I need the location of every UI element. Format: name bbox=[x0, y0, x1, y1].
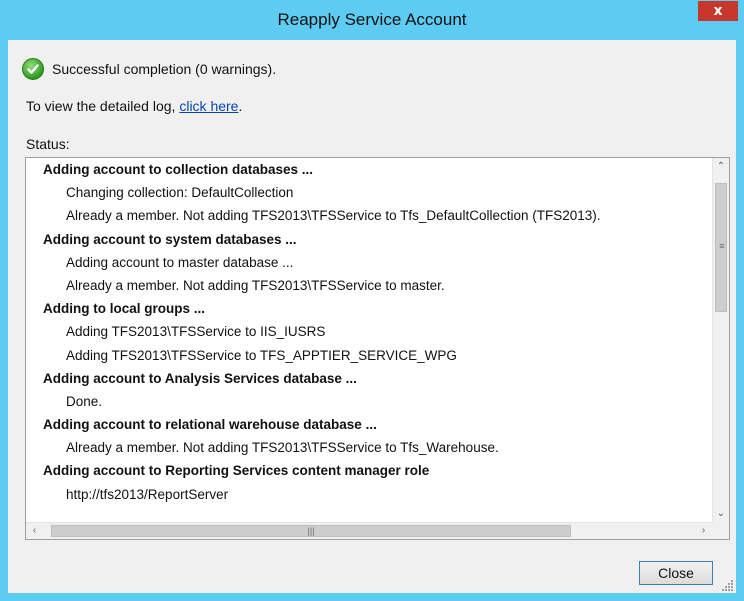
completion-message: Successful completion (0 warnings). bbox=[52, 61, 277, 77]
status-detail-line: Adding TFS2013\TFSService to TFS_APPTIER… bbox=[66, 347, 457, 363]
status-detail-line: Changing collection: DefaultCollection bbox=[66, 185, 294, 201]
log-suffix-text: . bbox=[238, 98, 243, 114]
window-close-button[interactable]: x bbox=[698, 1, 738, 21]
scroll-up-icon[interactable]: ⌃ bbox=[713, 158, 729, 175]
status-detail-line: Adding account to master database ... bbox=[66, 254, 294, 270]
horizontal-scroll-thumb[interactable]: ||| bbox=[51, 525, 571, 537]
window-title: Reapply Service Account bbox=[277, 10, 467, 29]
log-prefix-text: To view the detailed log, bbox=[26, 98, 180, 114]
status-detail-line: Already a member. Not adding TFS2013\TFS… bbox=[66, 440, 499, 456]
status-detail-line: http://tfs2013/ReportServer bbox=[66, 486, 229, 502]
dialog-window: Reapply Service Account x Successful com… bbox=[0, 0, 744, 601]
detailed-log-row: To view the detailed log, click here. bbox=[26, 98, 242, 114]
dialog-body: Successful completion (0 warnings). To v… bbox=[8, 40, 736, 593]
status-lines: Adding account to collection databases .… bbox=[26, 158, 712, 522]
grip-icon: ≡ bbox=[719, 241, 725, 251]
view-log-link[interactable]: click here bbox=[179, 98, 238, 114]
close-button[interactable]: Close bbox=[639, 561, 713, 585]
completion-status: Successful completion (0 warnings). bbox=[22, 56, 276, 82]
status-section-heading: Adding account to Reporting Services con… bbox=[43, 463, 430, 479]
status-section-heading: Adding account to Analysis Services data… bbox=[43, 370, 357, 386]
vertical-scroll-thumb[interactable]: ≡ bbox=[715, 183, 727, 312]
vertical-scrollbar[interactable]: ⌃ ≡ ⌄ bbox=[712, 158, 729, 522]
grip-icon: ||| bbox=[307, 526, 315, 536]
scroll-right-icon[interactable]: › bbox=[695, 523, 712, 539]
status-detail-line: Done. bbox=[66, 393, 103, 409]
status-section-heading: Adding account to system databases ... bbox=[43, 231, 297, 247]
scrollbar-corner bbox=[712, 522, 729, 539]
status-detail-line: Adding TFS2013\TFSService to IIS_IUSRS bbox=[66, 324, 326, 340]
status-section-heading: Adding account to relational warehouse d… bbox=[43, 417, 377, 433]
status-section-heading: Adding to local groups ... bbox=[43, 301, 205, 317]
horizontal-scrollbar[interactable]: ‹ ||| › bbox=[26, 522, 712, 539]
checkmark-icon bbox=[27, 64, 39, 74]
status-section-heading: Adding account to collection databases .… bbox=[43, 162, 314, 177]
success-check-icon bbox=[22, 58, 44, 80]
status-label: Status: bbox=[26, 136, 70, 152]
status-list[interactable]: Adding account to collection databases .… bbox=[25, 157, 730, 540]
scroll-left-icon[interactable]: ‹ bbox=[26, 523, 43, 539]
status-detail-line: Already a member. Not adding TFS2013\TFS… bbox=[66, 208, 601, 224]
status-detail-line: Already a member. Not adding TFS2013\TFS… bbox=[66, 277, 445, 293]
title-bar[interactable]: Reapply Service Account x bbox=[0, 0, 744, 40]
scroll-down-icon[interactable]: ⌄ bbox=[713, 505, 729, 522]
resize-grip-icon[interactable] bbox=[722, 579, 734, 591]
